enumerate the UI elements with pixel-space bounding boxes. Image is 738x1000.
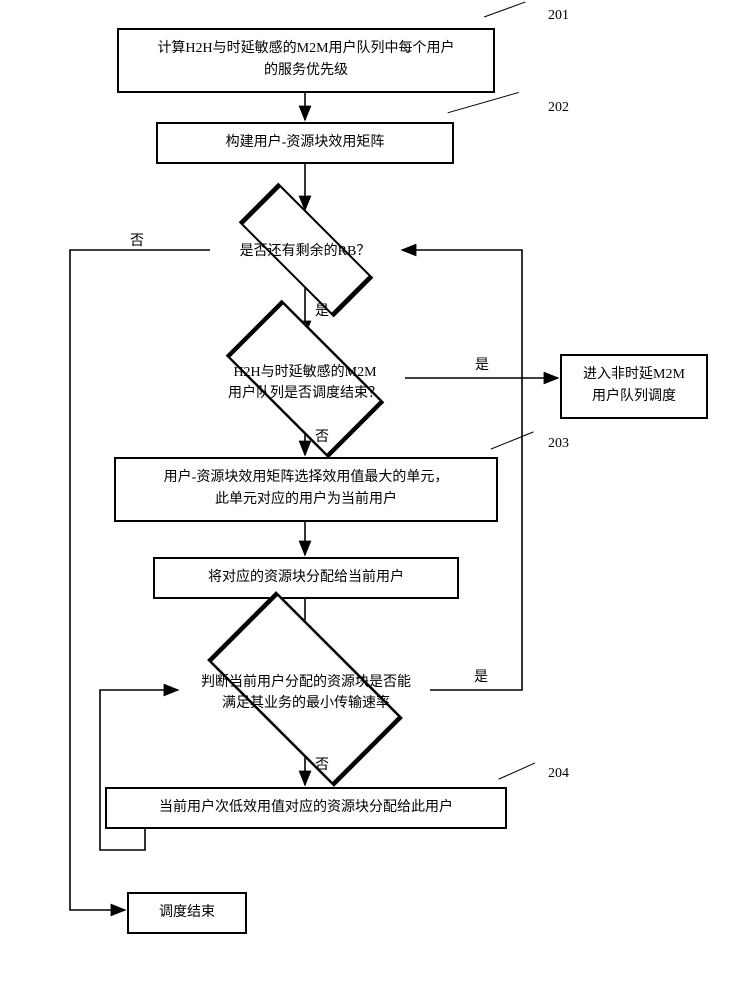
step-201-text: 计算H2H与时延敏感的M2M用户队列中每个用户 的服务优先级 <box>157 41 454 78</box>
d1-yes: 是 <box>315 300 329 320</box>
step-nondelay: 进入非时延M2M 用户队列调度 <box>560 354 708 419</box>
step-alloc: 将对应的资源块分配给当前用户 <box>153 557 459 599</box>
step-201: 计算H2H与时延敏感的M2M用户队列中每个用户 的服务优先级 <box>117 28 495 93</box>
step-203: 用户-资源块效用矩阵选择效用值最大的单元， 此单元对应的用户为当前用户 <box>114 457 498 522</box>
step-202-text: 构建用户-资源块效用矩阵 <box>226 135 385 150</box>
step-end: 调度结束 <box>127 892 247 934</box>
ref-202: 202 <box>548 100 569 116</box>
step-nondelay-text: 进入非时延M2M 用户队列调度 <box>583 367 685 404</box>
leader-202 <box>448 92 524 130</box>
d1-no: 否 <box>130 230 144 250</box>
step-end-text: 调度结束 <box>159 905 215 920</box>
step-202: 构建用户-资源块效用矩阵 <box>156 122 454 164</box>
step-204-text: 当前用户次低效用值对应的资源块分配给此用户 <box>159 800 453 815</box>
decision-rate-text: 判断当前用户分配的资源块是否能 满足其业务的最小传输速率 <box>178 672 434 714</box>
d3-yes: 是 <box>474 666 488 686</box>
decision-queue-done-text: H2H与时延敏感的M2M 用户队列是否调度结束？ <box>205 362 405 404</box>
leader-201 <box>484 1 532 33</box>
leader-204 <box>498 763 542 796</box>
step-204: 当前用户次低效用值对应的资源块分配给此用户 <box>105 787 507 829</box>
d3-no: 否 <box>315 754 329 774</box>
step-alloc-text: 将对应的资源块分配给当前用户 <box>208 570 404 585</box>
ref-204: 204 <box>548 766 569 782</box>
d2-yes: 是 <box>475 354 489 374</box>
leader-203 <box>491 431 540 465</box>
ref-201: 201 <box>548 8 569 24</box>
step-203-text: 用户-资源块效用矩阵选择效用值最大的单元， 此单元对应的用户为当前用户 <box>164 470 449 507</box>
ref-203: 203 <box>548 436 569 452</box>
decision-rb-text: 是否还有剩余的RB？ <box>215 241 395 262</box>
d2-no: 否 <box>315 426 329 446</box>
